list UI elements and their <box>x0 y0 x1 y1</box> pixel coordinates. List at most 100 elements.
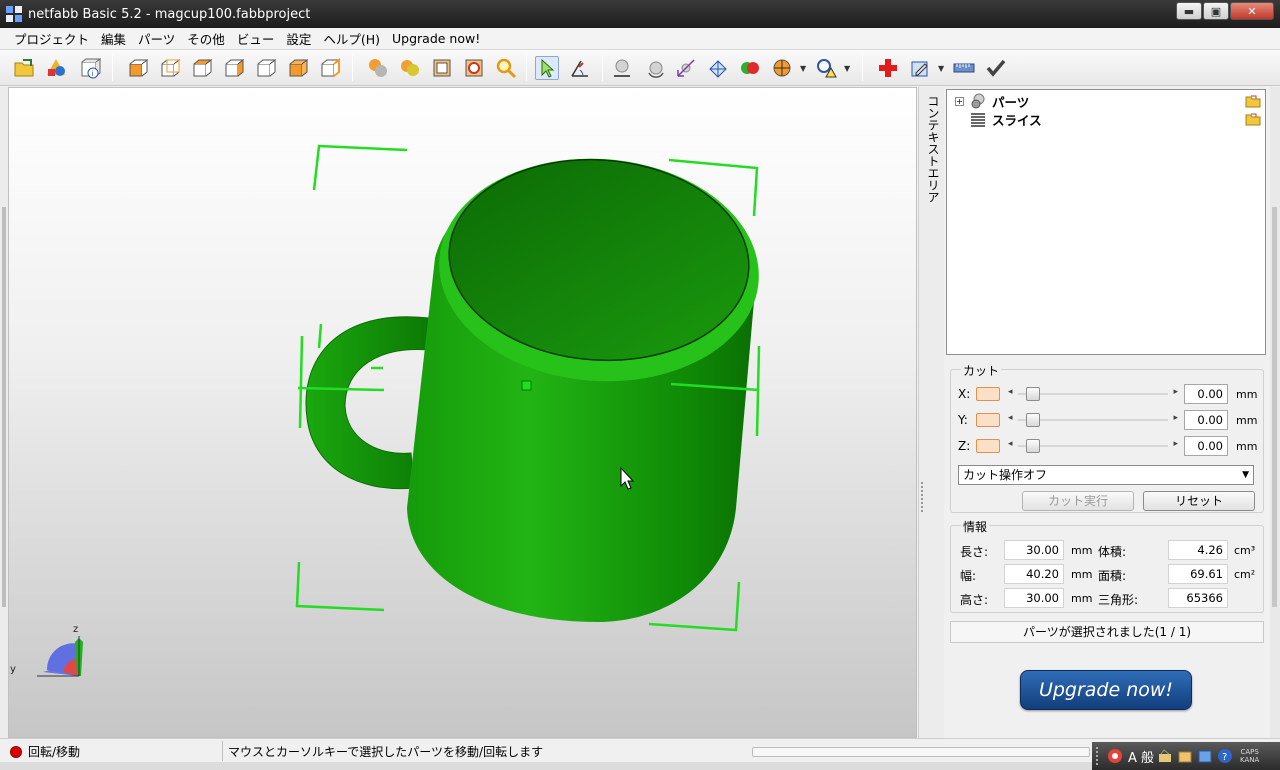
tree-item-parts[interactable]: + パーツ <box>955 92 1029 110</box>
cut-z-input[interactable]: 0.00 <box>1184 436 1228 456</box>
expand-icon[interactable]: + <box>955 96 964 106</box>
help-icon[interactable]: ? <box>1216 747 1234 765</box>
right-edge <box>1270 87 1280 738</box>
ime-language-bar[interactable]: A 般 ? CAPS KANA <box>1092 742 1280 770</box>
view-top-icon[interactable] <box>254 56 278 80</box>
edit-part-icon[interactable] <box>908 56 932 80</box>
mug-model[interactable] <box>9 88 917 738</box>
view-front-icon[interactable] <box>126 56 150 80</box>
zoom-icon[interactable] <box>494 56 518 80</box>
right-panel: + パーツ スライス カット X: ◂ ▸ 0.00 mm Y: ◂ ▸ 0.00 … <box>944 87 1270 738</box>
ime-tool-icon[interactable] <box>1156 747 1174 765</box>
cut-y-label: Y: <box>958 413 968 427</box>
maximize-button[interactable]: ▣ <box>1203 2 1229 20</box>
cut-execute-button[interactable]: カット実行 <box>1022 491 1134 511</box>
cut-y-slider[interactable]: ◂ ▸ <box>1008 411 1178 429</box>
volume-value: 4.26 <box>1168 540 1228 560</box>
cut-z-slider[interactable]: ◂ ▸ <box>1008 437 1178 455</box>
section-view-icon[interactable] <box>770 56 794 80</box>
context-area-tab[interactable]: コンテキストエリア <box>918 87 944 738</box>
close-button[interactable]: ✕ <box>1230 2 1274 20</box>
tree-item-slices[interactable]: スライス <box>970 110 1042 128</box>
reset-button[interactable]: リセット <box>1143 491 1255 511</box>
status-hint: マウスとカーソルキーで選択したパーツを移動/回転します <box>228 745 544 759</box>
project-tree: + パーツ スライス <box>946 89 1266 355</box>
open-folder-icon[interactable] <box>1245 95 1261 108</box>
select-cursor-icon[interactable] <box>535 56 559 80</box>
window-title: netfabb Basic 5.2 - magcup100.fabbprojec… <box>28 6 311 22</box>
scale-part-icon[interactable] <box>674 56 698 80</box>
ime-dictionary-icon[interactable] <box>1176 747 1194 765</box>
upgrade-now-button[interactable]: Upgrade now! <box>1020 670 1192 710</box>
cut-z-toggle[interactable] <box>976 439 1000 453</box>
menu-upgrade[interactable]: Upgrade now! <box>386 31 486 46</box>
section-dropdown-icon[interactable]: ▼ <box>800 64 806 73</box>
shaded-view-icon[interactable] <box>366 56 390 80</box>
open-folder-icon[interactable] <box>1245 113 1261 126</box>
slices-icon <box>971 113 985 127</box>
length-value: 30.00 <box>1004 540 1064 560</box>
menu-view[interactable]: ビュー <box>231 29 281 48</box>
cut-mode-select[interactable]: カット操作オフ ▼ <box>958 465 1254 485</box>
height-unit: mm <box>1071 592 1093 605</box>
cut-z-label: Z: <box>958 439 971 453</box>
wire-shaded-icon[interactable] <box>398 56 422 80</box>
wireframe-view-icon[interactable] <box>430 56 454 80</box>
menu-project[interactable]: プロジェクト <box>8 29 95 48</box>
cut-x-label: X: <box>958 387 971 401</box>
mug-handle <box>305 316 430 490</box>
analysis-dropdown-icon[interactable]: ▼ <box>844 64 850 73</box>
axis-z-label: z <box>73 624 79 635</box>
analysis-icon[interactable] <box>814 56 838 80</box>
ruler-icon[interactable] <box>952 56 976 80</box>
view-back-icon[interactable] <box>158 56 182 80</box>
tree-label-slices: スライス <box>992 112 1042 128</box>
edit-dropdown-icon[interactable]: ▼ <box>938 64 944 73</box>
minimize-button[interactable]: ▬ <box>1176 2 1202 20</box>
cut-x-slider[interactable]: ◂ ▸ <box>1008 385 1178 403</box>
ime-mode[interactable]: A 般 <box>1128 747 1154 766</box>
menu-help[interactable]: ヘルプ(H) <box>317 29 386 48</box>
view-iso-icon[interactable] <box>318 56 342 80</box>
ime-app-icon[interactable] <box>1106 747 1124 765</box>
menu-edit[interactable]: 編集 <box>95 29 132 48</box>
rotate-part-icon[interactable] <box>644 56 668 80</box>
info-title: 情報 <box>961 518 990 535</box>
progress-bar <box>752 747 1090 757</box>
mode-label: 回転/移動 <box>28 745 81 759</box>
ime-grip[interactable] <box>1096 747 1102 765</box>
menu-other[interactable]: その他 <box>181 29 231 48</box>
cut-y-input[interactable]: 0.00 <box>1184 410 1228 430</box>
part-info-icon[interactable]: i <box>78 56 102 80</box>
height-value: 30.00 <box>1004 588 1064 608</box>
menu-parts[interactable]: パーツ <box>132 29 181 48</box>
boolean-icon[interactable] <box>738 56 762 80</box>
splitter-grip[interactable] <box>921 482 925 512</box>
cut-z-unit: mm <box>1236 439 1258 453</box>
menu-settings[interactable]: 設定 <box>280 29 317 48</box>
view-right-icon[interactable] <box>222 56 246 80</box>
move-part-icon[interactable] <box>610 56 634 80</box>
ime-pad-icon[interactable] <box>1196 747 1214 765</box>
cut-row-z: Z: ◂ ▸ 0.00 mm <box>958 436 1257 456</box>
cut-x-toggle[interactable] <box>976 387 1000 401</box>
cut-y-unit: mm <box>1236 413 1258 427</box>
zoom-selection-icon[interactable] <box>462 56 486 80</box>
view-bottom-icon[interactable] <box>286 56 310 80</box>
cut-y-toggle[interactable] <box>976 413 1000 427</box>
view-left-icon[interactable] <box>190 56 214 80</box>
cut-x-input[interactable]: 0.00 <box>1184 384 1228 404</box>
toolbar: i ▼ ▼ ▼ <box>0 50 1280 86</box>
width-value: 40.20 <box>1004 564 1064 584</box>
mesh-repair-icon[interactable] <box>706 56 730 80</box>
repair-cross-icon[interactable] <box>876 56 900 80</box>
measure-angle-icon[interactable] <box>568 56 592 80</box>
add-part-icon[interactable] <box>44 56 68 80</box>
3d-viewport[interactable]: z y <box>8 87 917 738</box>
open-project-icon[interactable] <box>12 56 36 80</box>
triangles-label: 三角形: <box>1098 593 1139 607</box>
mode-indicator: 回転/移動 <box>10 743 80 760</box>
tree-label-parts: パーツ <box>992 94 1030 110</box>
status-bar: 回転/移動 マウスとカーソルキーで選択したパーツを移動/回転します <box>0 738 1280 762</box>
checkmark-icon[interactable] <box>984 56 1008 80</box>
